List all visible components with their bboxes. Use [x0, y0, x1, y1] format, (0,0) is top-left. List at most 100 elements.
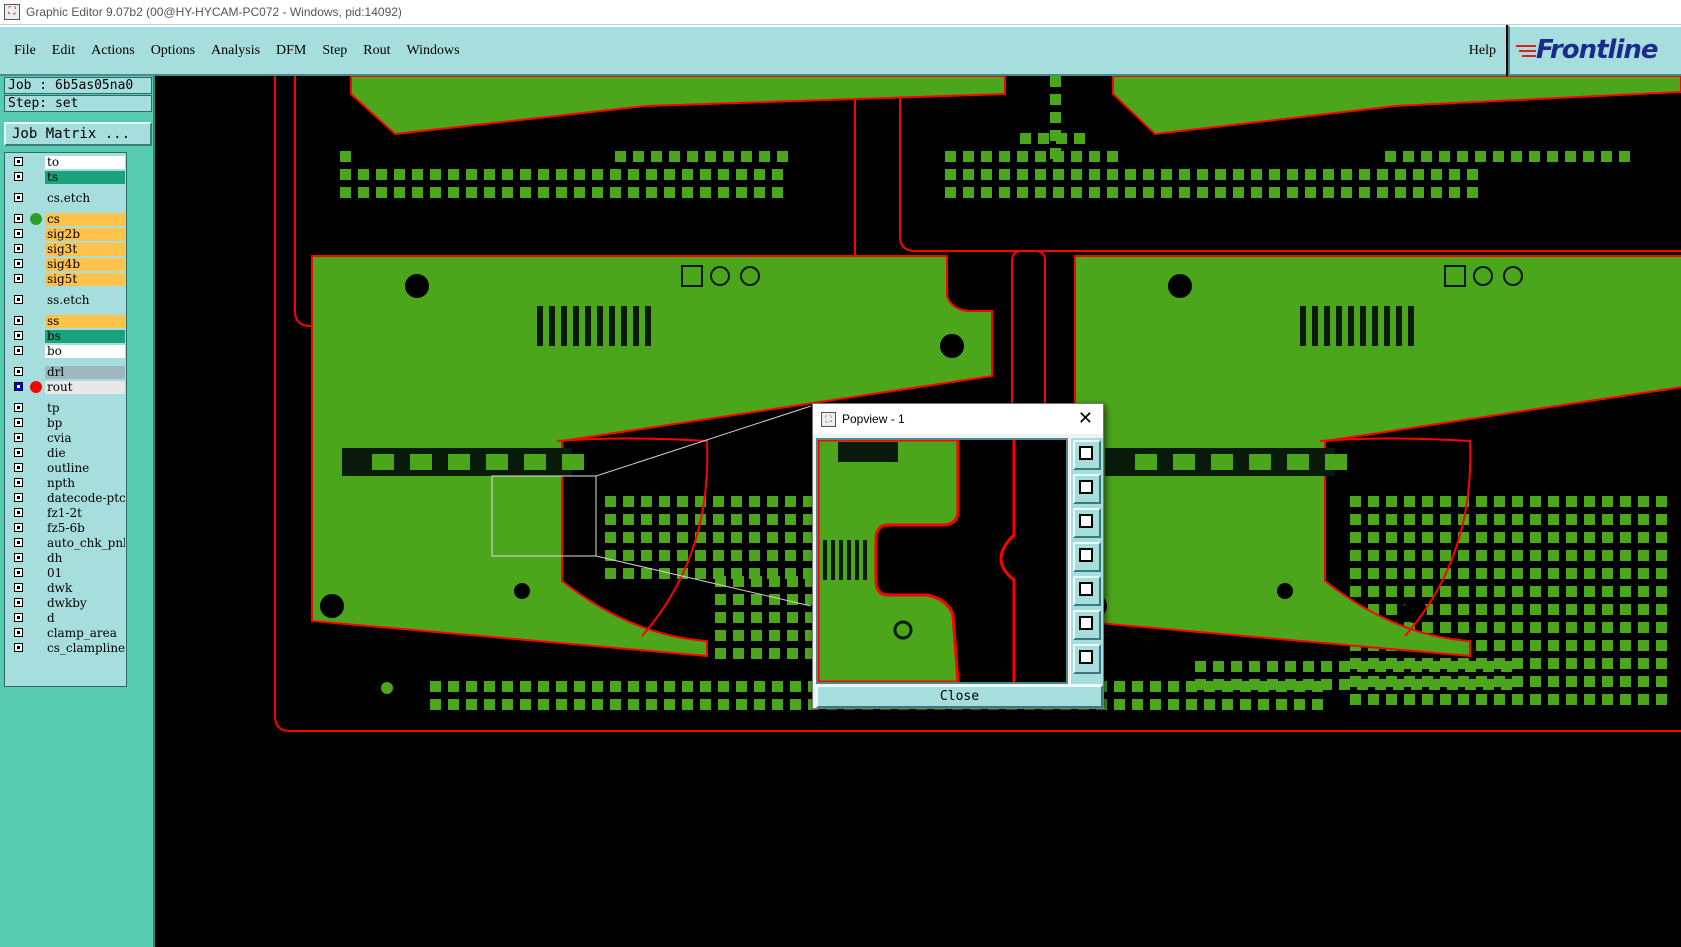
layer-checkbox[interactable] [14, 448, 23, 457]
pan-down-tool-button[interactable] [1073, 508, 1101, 538]
layer-row-dh[interactable]: dh [9, 552, 125, 566]
popview-zoom-view[interactable] [816, 438, 1068, 684]
layer-checkbox[interactable] [14, 553, 23, 562]
layer-checkbox[interactable] [14, 493, 23, 502]
layer-checkbox[interactable] [14, 259, 23, 268]
layer-name[interactable]: cs_clampline [45, 642, 125, 655]
layer-name[interactable]: auto_chk_pnl [45, 537, 125, 550]
layer-name[interactable]: ss.etch [45, 294, 125, 307]
layer-checkbox[interactable] [14, 244, 23, 253]
menu-analysis[interactable]: Analysis [211, 43, 260, 59]
layer-checkbox[interactable] [14, 538, 23, 547]
layer-name[interactable]: dwkby [45, 597, 125, 610]
layer-checkbox[interactable] [14, 382, 23, 391]
layer-row-clamp-area[interactable]: clamp_area [9, 627, 125, 641]
layer-checkbox[interactable] [14, 433, 23, 442]
layer-checkbox[interactable] [14, 598, 23, 607]
layer-name[interactable]: dwk [45, 582, 125, 595]
layer-row-ss-etch[interactable]: ss.etch [9, 294, 125, 308]
layer-checkbox[interactable] [14, 157, 23, 166]
menu-edit[interactable]: Edit [52, 43, 75, 59]
menu-file[interactable]: File [14, 43, 36, 59]
layer-row-sig5t[interactable]: sig5t [9, 273, 125, 287]
menu-rout[interactable]: Rout [363, 43, 390, 59]
layer-name[interactable]: datecode-ptc [45, 492, 125, 505]
pan-right-tool-button[interactable] [1073, 576, 1101, 606]
layer-name[interactable]: fz1-2t [45, 507, 125, 520]
menu-actions[interactable]: Actions [91, 43, 135, 59]
layer-checkbox[interactable] [14, 418, 23, 427]
layer-name[interactable]: sig2b [45, 228, 125, 241]
layer-row-rout[interactable]: rout [9, 381, 125, 395]
layer-checkbox[interactable] [14, 628, 23, 637]
layer-checkbox[interactable] [14, 568, 23, 577]
layer-checkbox[interactable] [14, 331, 23, 340]
layer-name[interactable]: clamp_area [45, 627, 125, 640]
layer-name[interactable]: cs [45, 213, 125, 226]
layer-name[interactable]: sig5t [45, 273, 125, 286]
menu-windows[interactable]: Windows [407, 43, 460, 59]
layer-checkbox[interactable] [14, 274, 23, 283]
layer-checkbox[interactable] [14, 295, 23, 304]
layer-name[interactable]: cs.etch [45, 192, 125, 205]
layer-row-dwkby[interactable]: dwkby [9, 597, 125, 611]
layer-name[interactable]: cvia [45, 432, 125, 445]
menu-dfm[interactable]: DFM [276, 43, 306, 59]
zoom-out-tool-button[interactable] [1073, 644, 1101, 674]
layer-row-bs[interactable]: bs [9, 330, 125, 344]
layer-checkbox[interactable] [14, 316, 23, 325]
zoom-pcb-view[interactable] [818, 440, 1066, 682]
layer-name[interactable]: sig4b [45, 258, 125, 271]
layer-row-bo[interactable]: bo [9, 345, 125, 359]
layer-row-auto-chk-pnl[interactable]: auto_chk_pnl [9, 537, 125, 551]
layer-name[interactable]: ts [45, 171, 125, 184]
layer-checkbox[interactable] [14, 346, 23, 355]
layer-name[interactable]: dh [45, 552, 125, 565]
layer-checkbox[interactable] [14, 613, 23, 622]
layer-checkbox[interactable] [14, 367, 23, 376]
layer-name[interactable]: d [45, 612, 125, 625]
layer-name[interactable]: bo [45, 345, 125, 358]
layer-name[interactable]: outline [45, 462, 125, 475]
layer-name[interactable]: rout [45, 381, 125, 394]
layer-name[interactable]: fz5-6b [45, 522, 125, 535]
close-icon[interactable]: ✕ [1078, 408, 1093, 429]
layer-name[interactable]: bp [45, 417, 125, 430]
layer-row-sig2b[interactable]: sig2b [9, 228, 125, 242]
layer-row-ts[interactable]: ts [9, 171, 125, 185]
menu-step[interactable]: Step [322, 43, 347, 59]
layer-row-fz5-6b[interactable]: fz5-6b [9, 522, 125, 536]
layer-row-datecode-ptc[interactable]: datecode-ptc [9, 492, 125, 506]
layer-row-dwk[interactable]: dwk [9, 582, 125, 596]
layer-name[interactable]: ss [45, 315, 125, 328]
layer-checkbox[interactable] [14, 643, 23, 652]
pan-left-tool-button[interactable] [1073, 542, 1101, 572]
layer-checkbox[interactable] [14, 463, 23, 472]
layer-checkbox[interactable] [14, 229, 23, 238]
layer-name[interactable]: to [45, 156, 125, 169]
layer-row-fz1-2t[interactable]: fz1-2t [9, 507, 125, 521]
layer-name[interactable]: sig3t [45, 243, 125, 256]
layer-name[interactable]: drl [45, 366, 125, 379]
pan-up-tool-button[interactable] [1073, 474, 1101, 504]
layer-checkbox[interactable] [14, 214, 23, 223]
layer-checkbox[interactable] [14, 583, 23, 592]
popview-close-button[interactable]: Close [816, 685, 1103, 708]
layer-row-sig4b[interactable]: sig4b [9, 258, 125, 272]
layer-name[interactable]: bs [45, 330, 125, 343]
layer-checkbox[interactable] [14, 172, 23, 181]
layer-row-to[interactable]: to [9, 156, 125, 170]
layer-row-cvia[interactable]: cvia [9, 432, 125, 446]
layer-name[interactable]: die [45, 447, 125, 460]
layer-checkbox[interactable] [14, 508, 23, 517]
layer-checkbox[interactable] [14, 193, 23, 202]
layer-name[interactable]: 01 [45, 567, 125, 580]
layer-row-cs[interactable]: cs [9, 213, 125, 227]
layer-row-01[interactable]: 01 [9, 567, 125, 581]
zoom-in-tool-button[interactable] [1073, 440, 1101, 470]
layer-row-sig3t[interactable]: sig3t [9, 243, 125, 257]
menu-help[interactable]: Help [1469, 43, 1496, 59]
layer-row-outline[interactable]: outline [9, 462, 125, 476]
layer-checkbox[interactable] [14, 478, 23, 487]
layer-row-d[interactable]: d [9, 612, 125, 626]
